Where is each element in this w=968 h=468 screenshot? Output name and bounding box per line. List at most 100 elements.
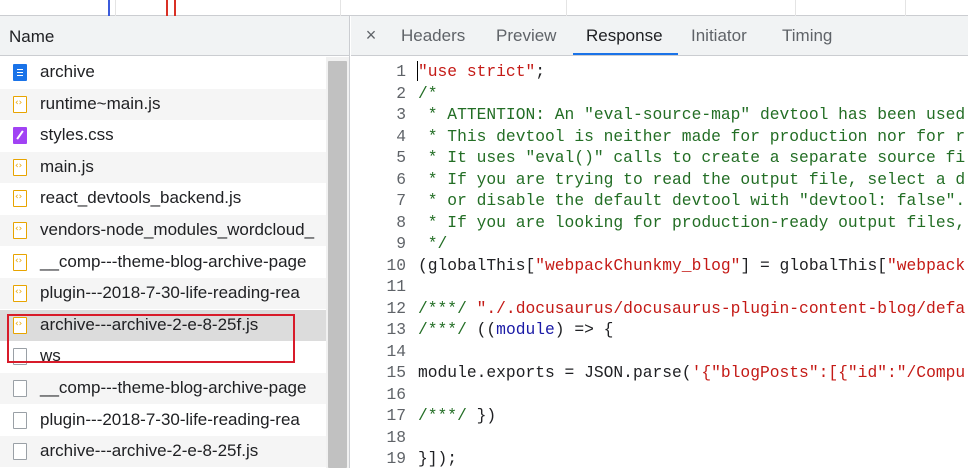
line-number: 18 xyxy=(386,427,406,447)
code-token: }]); xyxy=(418,449,458,468)
stylesheet-icon xyxy=(13,127,27,145)
code-text: (globalThis["webpackChunkmy_blog"] = glo… xyxy=(418,256,965,275)
line-number: 19 xyxy=(386,449,406,468)
request-row[interactable]: plugin---2018-7-30-life-reading-rea xyxy=(0,405,326,436)
code-line: 14 xyxy=(351,342,968,364)
code-line: 9 */ xyxy=(351,234,968,256)
code-token: "use strict" xyxy=(418,62,536,81)
code-token: * This devtool is neither made for produ… xyxy=(418,126,966,146)
request-row[interactable]: archive xyxy=(0,57,326,88)
tab-initiator[interactable]: Initiator xyxy=(691,26,747,46)
request-row[interactable]: __comp---theme-blog-archive-page xyxy=(0,247,326,278)
script-icon xyxy=(13,190,27,208)
code-token: * If you are looking for production-read… xyxy=(418,212,966,232)
code-text: */ xyxy=(418,234,448,253)
script-icon xyxy=(13,95,27,113)
request-row[interactable]: vendors-node_modules_wordcloud_ xyxy=(0,215,326,246)
code-line: 5 * It uses "eval()" calls to create a s… xyxy=(351,148,968,170)
tab-headers[interactable]: Headers xyxy=(401,26,465,46)
request-name: runtime~main.js xyxy=(40,93,161,113)
code-token: }) xyxy=(476,406,497,425)
network-timeline-overview[interactable] xyxy=(0,0,968,16)
tab-response[interactable]: Response xyxy=(586,26,663,46)
code-line: 16 xyxy=(351,385,968,407)
request-row[interactable]: main.js xyxy=(0,151,326,183)
code-line: 18 xyxy=(351,428,968,450)
code-text: /***/ "./.docusaurus/docusaurus-plugin-c… xyxy=(418,299,965,318)
request-name: ws xyxy=(40,346,61,366)
code-token: ] = globalThis[ xyxy=(740,255,887,275)
tab-timing[interactable]: Timing xyxy=(782,26,832,46)
script-icon xyxy=(13,285,27,303)
request-name: main.js xyxy=(40,156,94,176)
file-icon xyxy=(13,411,27,429)
line-number: 6 xyxy=(396,169,406,189)
close-icon[interactable]: × xyxy=(361,24,381,46)
code-text: "use strict"; xyxy=(418,62,545,81)
code-line: 6 * If you are trying to read the output… xyxy=(351,170,968,192)
request-name: react_devtools_backend.js xyxy=(40,188,242,208)
code-text: * It uses "eval()" calls to create a sep… xyxy=(418,148,965,167)
code-line: 17 /***/ }) xyxy=(351,406,968,428)
code-line: 7 * or disable the default devtool with … xyxy=(351,191,968,213)
line-number: 2 xyxy=(396,83,406,103)
line-number: 17 xyxy=(386,406,406,425)
code-token: * If you are trying to read the output f… xyxy=(418,169,966,189)
scrollbar-thumb[interactable] xyxy=(328,61,347,468)
timeline-grid-line xyxy=(905,0,906,16)
request-row[interactable]: ws xyxy=(0,341,326,372)
request-name: archive---archive-2-e-8-25f.js xyxy=(40,314,259,334)
detail-tabbar: × Headers Preview Response Initiator Tim… xyxy=(351,16,968,56)
request-list-pane: Name archive runtime~main.js styles.css mai… xyxy=(0,16,350,468)
timeline-grid-line xyxy=(795,0,796,16)
timeline-dom-content-loaded-marker xyxy=(108,0,110,16)
line-number: 11 xyxy=(386,277,406,296)
request-name: styles.css xyxy=(40,125,114,145)
code-line: 12 /***/ "./.docusaurus/docusaurus-plugin… xyxy=(351,299,968,321)
code-token: /***/ xyxy=(418,406,477,425)
response-code-viewer[interactable]: 1 "use strict"; 2 /* 3 * ATTENTION: An "eval… xyxy=(351,56,968,468)
code-line: 3 * ATTENTION: An "eval-source-map" devt… xyxy=(351,105,968,127)
request-list-scrollbar[interactable] xyxy=(326,57,349,468)
request-row[interactable]: plugin---2018-7-30-life-reading-rea xyxy=(0,278,326,310)
code-line: 15 module.exports = JSON.parse('{"blogPos… xyxy=(351,363,968,385)
code-token: /***/ xyxy=(418,298,477,318)
request-row[interactable]: archive---archive-2-e-8-25f.js xyxy=(0,309,326,341)
document-icon xyxy=(13,64,27,81)
request-row[interactable]: archive---archive-2-e-8-25f.js xyxy=(0,436,326,468)
timeline-load-marker xyxy=(174,0,176,16)
line-number: 3 xyxy=(396,105,406,124)
code-token: module xyxy=(496,320,555,339)
request-name: archive xyxy=(40,62,95,81)
line-number: 15 xyxy=(386,363,406,382)
request-row[interactable]: __comp---theme-blog-archive-page xyxy=(0,373,326,404)
code-token: "./.docusaurus/docusaurus-plugin-content… xyxy=(476,298,966,318)
file-icon xyxy=(13,380,27,397)
request-name: vendors-node_modules_wordcloud_ xyxy=(40,220,315,239)
line-number: 4 xyxy=(396,126,406,146)
request-row[interactable]: styles.css xyxy=(0,120,326,151)
code-line: 19}]); xyxy=(351,449,968,468)
code-token: /* xyxy=(418,83,438,103)
request-name: plugin---2018-7-30-life-reading-rea xyxy=(40,283,300,303)
request-row[interactable]: runtime~main.js xyxy=(0,88,326,120)
line-number: 14 xyxy=(386,341,406,361)
timeline-grid-line xyxy=(115,0,116,16)
code-token: /***/ xyxy=(418,320,477,339)
name-column-header[interactable]: Name xyxy=(0,16,349,56)
timeline-grid-line xyxy=(566,0,567,16)
script-icon xyxy=(13,316,27,334)
timeline-load-marker xyxy=(166,0,168,16)
request-name: archive---archive-2-e-8-25f.js xyxy=(40,441,259,461)
tab-preview[interactable]: Preview xyxy=(496,26,556,46)
code-token: "webpack xyxy=(887,255,966,275)
script-icon xyxy=(13,158,27,176)
code-line: 1 "use strict"; xyxy=(351,62,968,84)
file-icon xyxy=(13,443,27,461)
line-number: 7 xyxy=(396,191,406,210)
line-number: 5 xyxy=(396,148,406,167)
line-number: 12 xyxy=(386,298,406,318)
request-name: plugin---2018-7-30-life-reading-rea xyxy=(40,409,300,429)
code-token: * It uses "eval()" calls to create a sep… xyxy=(418,148,966,167)
request-row[interactable]: react_devtools_backend.js xyxy=(0,183,326,214)
